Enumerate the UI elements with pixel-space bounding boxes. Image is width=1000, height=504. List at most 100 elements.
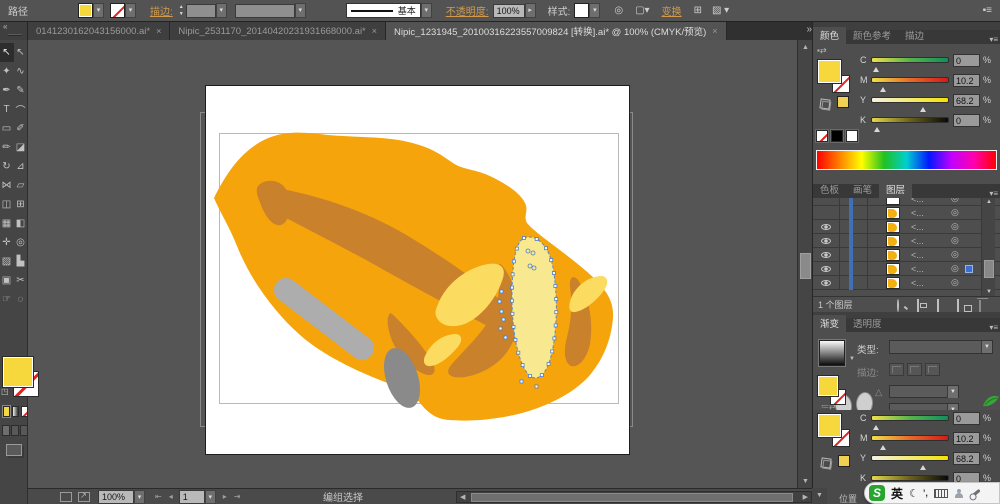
layer-name-label[interactable]: <... [911, 250, 924, 260]
tab-stroke[interactable]: 描边 [898, 27, 931, 44]
visibility-cell[interactable] [813, 262, 840, 276]
collapse-tools-icon[interactable]: « [3, 22, 7, 31]
slider-handle[interactable] [920, 465, 926, 470]
black-swatch[interactable] [831, 130, 843, 142]
shape-builder-tool[interactable]: ◫ [0, 195, 14, 214]
gradient-angle-dropdown[interactable]: ▼ [889, 385, 959, 398]
car-artwork[interactable] [206, 86, 631, 456]
eye-icon[interactable] [821, 238, 831, 244]
scroll-up-icon[interactable]: ▲ [798, 42, 813, 54]
slider-handle[interactable] [873, 67, 879, 72]
layer-thumbnail[interactable] [886, 263, 900, 275]
channel-value-field[interactable]: 68.2 [953, 94, 980, 107]
canvas-vertical-scrollbar[interactable]: ▲ ▼ [797, 40, 812, 488]
symbol-sprayer-tool[interactable]: ▨ [0, 252, 14, 271]
tab-color[interactable]: 颜色 [813, 27, 846, 44]
tab-color-guide[interactable]: 颜色参考 [846, 27, 898, 44]
layer-thumbnail[interactable] [886, 277, 900, 289]
tab-overflow-chevron-icon[interactable]: » [806, 24, 811, 35]
next-artboard-icon[interactable]: ▸ [223, 492, 227, 501]
stroke-color-dropdown-icon[interactable]: ▾ [125, 3, 136, 18]
eye-icon[interactable] [821, 280, 831, 286]
lock-cell[interactable] [840, 248, 868, 262]
gradient-stroke-within-button[interactable] [889, 363, 904, 376]
channel-value-field[interactable]: 0 [953, 54, 980, 67]
select-similar-icon[interactable]: ▢▾ [635, 5, 649, 16]
lock-cell[interactable] [840, 276, 868, 290]
layer-name-label[interactable]: <... [911, 264, 924, 274]
horizontal-scroll-thumb[interactable] [471, 493, 793, 502]
slider-track[interactable] [871, 415, 949, 421]
gradient-dropdown-icon[interactable]: ▼ [849, 356, 855, 362]
visibility-cell[interactable] [813, 220, 840, 234]
scale-tool[interactable]: ⊿ [14, 157, 28, 176]
artboard-number-field[interactable]: 1 [179, 490, 205, 504]
document-tab[interactable]: Nipic_2531170_20140420231931668000.ai*× [170, 22, 386, 40]
eyedropper-tool[interactable]: ✛ [0, 233, 14, 252]
eraser-tool[interactable]: ◪ [14, 138, 28, 157]
free-transform-tool[interactable]: ▱ [14, 176, 28, 195]
color-spectrum-bar[interactable] [816, 150, 997, 170]
lock-cell[interactable] [840, 234, 868, 248]
layer-row[interactable]: <...◎ [813, 262, 1000, 276]
paintbrush-tool[interactable]: ✐ [14, 119, 28, 138]
stroke-link[interactable]: 描边: [150, 3, 173, 18]
close-tab-icon[interactable]: × [712, 26, 717, 36]
layer-thumbnail[interactable] [886, 207, 900, 219]
layers-scrollbar[interactable]: ▲ ▼ [981, 198, 995, 296]
fullwidth-moon-icon[interactable]: ☾ [909, 487, 919, 500]
layer-name-label[interactable]: <... [911, 222, 924, 232]
gradient-type-dropdown[interactable]: ▼ [889, 340, 993, 354]
line-segment-tool[interactable]: ⌒ [14, 100, 28, 119]
artboard-dropdown-icon[interactable]: ▾ [205, 490, 216, 504]
variable-width-dropdown-icon[interactable]: ▾ [295, 3, 306, 18]
scroll-left-icon[interactable]: ◀ [460, 493, 465, 501]
layer-name-label[interactable]: <... [911, 208, 924, 218]
layer-row[interactable]: <...◎ [813, 234, 1000, 248]
layer-name-label[interactable]: <... [911, 198, 924, 204]
slider-track[interactable] [871, 117, 949, 123]
gradient-thumbnail[interactable] [819, 340, 845, 366]
panel-menu-icon[interactable]: ▾≡ [989, 189, 998, 198]
tab-transparency[interactable]: 透明度 [846, 315, 889, 332]
eye-icon[interactable] [821, 266, 831, 272]
direct-selection-tool[interactable]: ↖ [14, 43, 28, 62]
gradient-mode-button[interactable] [12, 406, 19, 417]
first-artboard-icon[interactable]: ⇤ [155, 492, 162, 501]
eye-icon[interactable] [821, 252, 831, 258]
arrange-icon[interactable]: ▨ ▾ [712, 5, 729, 16]
blend-tool[interactable]: ◎ [14, 233, 28, 252]
draw-inside-button[interactable] [20, 425, 28, 436]
pen-tool[interactable]: ✒ [0, 81, 14, 100]
lock-cell[interactable] [840, 206, 868, 220]
layer-row[interactable]: <...◎ [813, 276, 1000, 290]
slider-track[interactable] [871, 455, 949, 461]
lock-cell[interactable] [840, 262, 868, 276]
stroke-weight-dropdown-icon[interactable]: ▾ [216, 3, 227, 18]
channel-value-field[interactable]: 0 [953, 412, 980, 425]
channel-value-field[interactable]: 10.2 [953, 432, 980, 445]
gradient-tool[interactable]: ◧ [14, 214, 28, 233]
scroll-down-icon[interactable]: ▼ [798, 476, 813, 488]
stroke-weight-field[interactable] [186, 4, 216, 18]
visibility-cell[interactable] [813, 248, 840, 262]
slider-handle[interactable] [880, 87, 886, 92]
fill-proxy-swatch[interactable] [818, 414, 841, 437]
layer-name-label[interactable]: <... [911, 236, 924, 246]
none-mode-button[interactable] [21, 406, 28, 417]
layer-row[interactable]: <...◎ [813, 220, 1000, 234]
slice-tool[interactable]: ✂ [14, 271, 28, 290]
visibility-cell[interactable] [813, 206, 840, 220]
lock-cell[interactable] [840, 198, 868, 206]
layers-scroll-thumb[interactable] [984, 260, 994, 278]
new-layer-icon[interactable] [957, 300, 969, 310]
slider-handle[interactable] [920, 107, 926, 112]
vertical-scroll-thumb[interactable] [800, 253, 811, 279]
account-icon[interactable] [955, 489, 963, 498]
perspective-grid-tool[interactable]: ⊞ [14, 195, 28, 214]
brush-definition-box[interactable]: 基本 [346, 3, 421, 18]
color-mode-button[interactable] [3, 406, 10, 417]
scroll-up-icon[interactable]: ▲ [982, 199, 996, 205]
lock-cell[interactable] [840, 220, 868, 234]
width-tool[interactable]: ⋈ [0, 176, 14, 195]
